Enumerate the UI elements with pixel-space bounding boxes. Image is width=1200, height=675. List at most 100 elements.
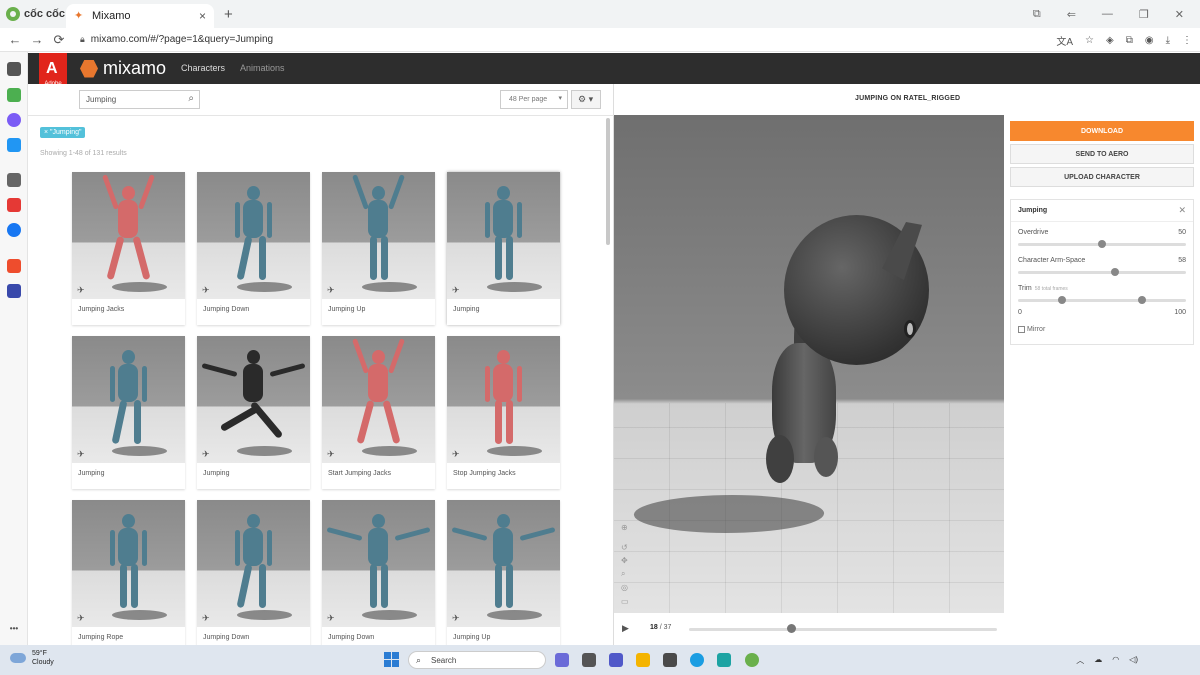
trim-start-knob[interactable] [1058, 296, 1066, 304]
upload-character-button[interactable]: UPLOAD CHARACTER [1010, 167, 1194, 187]
start-button[interactable] [384, 652, 399, 667]
animation-card[interactable]: ✈︎ Jumping [447, 172, 560, 325]
trim-end-knob[interactable] [1138, 296, 1146, 304]
youtube-icon[interactable] [7, 198, 21, 212]
viewport-reset-icon[interactable]: ↺ [621, 543, 628, 552]
extensions-icon[interactable]: ⧉ [1126, 35, 1133, 46]
viewport-pan-icon[interactable]: ✥ [621, 556, 628, 565]
browser-tab[interactable]: ✦ Mixamo × [66, 4, 214, 28]
search-input[interactable]: Jumping ⌕ [79, 90, 200, 109]
edge-icon[interactable] [690, 653, 704, 667]
animation-card[interactable]: ✈︎ Jumping Rope [72, 500, 185, 653]
zalo-icon[interactable] [7, 138, 21, 152]
shopee-icon[interactable] [7, 259, 21, 273]
animation-card[interactable]: ✈︎ Start Jumping Jacks [322, 336, 435, 489]
trim-label: Trim 58 total frames [1018, 285, 1068, 292]
figure-torso [118, 528, 138, 566]
address-bar: ← → ⟳ 🔒︎ mixamo.com/#/?page=1&query=Jumpi… [0, 28, 1200, 52]
browser-logo[interactable]: cốc cốc [0, 7, 66, 21]
send-to-aero-button[interactable]: SEND TO AERO [1010, 144, 1194, 164]
filter-tag[interactable]: × "Jumping" [40, 127, 86, 138]
animation-card[interactable]: ✈︎ Jumping Down [197, 172, 310, 325]
task-view-icon[interactable] [582, 653, 596, 667]
close-icon[interactable]: ✕ [1178, 205, 1186, 216]
new-tab-button[interactable]: + [224, 6, 233, 23]
3d-viewport[interactable]: ⊕ ↺ ✥ ⌕ ◎ ▭ [614, 115, 1004, 613]
mixamo-logo[interactable]: mixamo [80, 58, 166, 79]
animation-card[interactable]: ✈︎ Jumping [197, 336, 310, 489]
game-icon[interactable] [7, 284, 21, 298]
chevron-up-icon[interactable]: ︿ [1076, 655, 1084, 666]
volume-icon[interactable]: ◁) [1129, 655, 1138, 666]
reload-button[interactable]: ⟳ [48, 32, 70, 48]
animation-thumbnail: ✈︎ [322, 172, 435, 299]
timeline-scrubber[interactable] [786, 624, 796, 633]
ai-icon[interactable] [7, 88, 21, 102]
menu-icon[interactable]: ⋮ [1182, 35, 1192, 46]
viewport-grid-icon[interactable]: ▭ [621, 597, 629, 606]
figure-arm [269, 362, 306, 378]
nav-animations[interactable]: Animations [240, 63, 285, 73]
armspace-slider[interactable] [1018, 271, 1186, 274]
profile-icon[interactable]: ◉ [1145, 35, 1154, 46]
download-icon[interactable]: ⤓ [1166, 35, 1170, 46]
figure-leg [111, 399, 128, 445]
animation-thumbnail: ✈︎ [322, 500, 435, 627]
animation-card[interactable]: ✈︎ Jumping Down [322, 500, 435, 653]
messenger-icon[interactable] [7, 113, 21, 127]
coccoc-app-icon[interactable] [745, 653, 759, 667]
animation-card[interactable]: ✈︎ Jumping Up [447, 500, 560, 653]
animation-card[interactable]: ✈︎ Jumping Jacks [72, 172, 185, 325]
viewport-rotate-icon[interactable]: ⊕ [621, 523, 628, 532]
frame-total: / 37 [659, 624, 672, 631]
file-explorer-icon[interactable] [636, 653, 650, 667]
close-window-button[interactable]: ✕ [1175, 8, 1184, 21]
viewport-camera-icon[interactable]: ◎ [621, 583, 628, 592]
facebook-icon[interactable] [7, 223, 21, 237]
viewport-zoom-icon[interactable]: ⌕ [621, 569, 625, 579]
overdrive-slider-knob[interactable] [1098, 240, 1106, 248]
download-button[interactable]: DOWNLOAD [1010, 121, 1194, 141]
animation-card[interactable]: ✈︎ Jumping [72, 336, 185, 489]
mirror-checkbox[interactable]: Mirror [1018, 326, 1045, 333]
figure-arm [101, 174, 120, 210]
back-button[interactable]: ← [4, 32, 26, 47]
tab-close-button[interactable]: × [199, 9, 206, 23]
mixamo-app-icon[interactable] [717, 653, 731, 667]
teams-icon[interactable] [609, 653, 623, 667]
scrollbar[interactable] [606, 118, 610, 245]
maximize-button[interactable]: ❐ [1139, 8, 1149, 21]
settings-dropdown-button[interactable]: ⚙ ▾ [571, 90, 601, 109]
window-control-tabsearch[interactable]: ⧉ [1033, 8, 1041, 21]
animation-card[interactable]: ✈︎ Jumping Down [197, 500, 310, 653]
copilot-icon[interactable] [555, 653, 569, 667]
animation-card[interactable]: ✈︎ Stop Jumping Jacks [447, 336, 560, 489]
more-icon[interactable]: ••• [7, 622, 21, 636]
per-page-select[interactable]: 48 Per page ▾ [500, 90, 568, 109]
taskbar-search[interactable]: ⌕ Search [408, 651, 546, 669]
wifi-icon[interactable]: ◠ [1112, 655, 1119, 666]
url-field[interactable]: 🔒︎ mixamo.com/#/?page=1&query=Jumping [80, 34, 273, 45]
play-button[interactable]: ▶ [622, 623, 629, 634]
bookmark-star-icon[interactable]: ☆ [1085, 35, 1094, 46]
minimize-button[interactable]: — [1102, 8, 1113, 20]
translate-icon[interactable]: 文A [1056, 33, 1073, 48]
add-icon[interactable] [7, 173, 21, 187]
weather-widget[interactable]: 59°F Cloudy [10, 649, 54, 667]
nav-characters[interactable]: Characters [181, 63, 225, 73]
onedrive-icon[interactable]: ☁ [1094, 655, 1102, 666]
shield-icon[interactable]: ◈ [1106, 35, 1114, 46]
forward-button[interactable]: → [26, 32, 48, 47]
animation-thumbnail: ✈︎ [72, 172, 185, 299]
search-icon[interactable]: ⌕ [188, 93, 194, 104]
armspace-slider-knob[interactable] [1111, 268, 1119, 276]
animation-card[interactable]: ✈︎ Jumping Up [322, 172, 435, 325]
timeline-track[interactable] [689, 628, 997, 631]
history-icon[interactable] [7, 62, 21, 76]
store-icon[interactable] [663, 653, 677, 667]
figure-torso [243, 528, 263, 566]
window-control-back[interactable]: ⇐ [1067, 8, 1076, 21]
figure-arm [394, 526, 431, 542]
settings-title: Jumping [1018, 207, 1048, 214]
trim-slider[interactable] [1018, 299, 1186, 302]
